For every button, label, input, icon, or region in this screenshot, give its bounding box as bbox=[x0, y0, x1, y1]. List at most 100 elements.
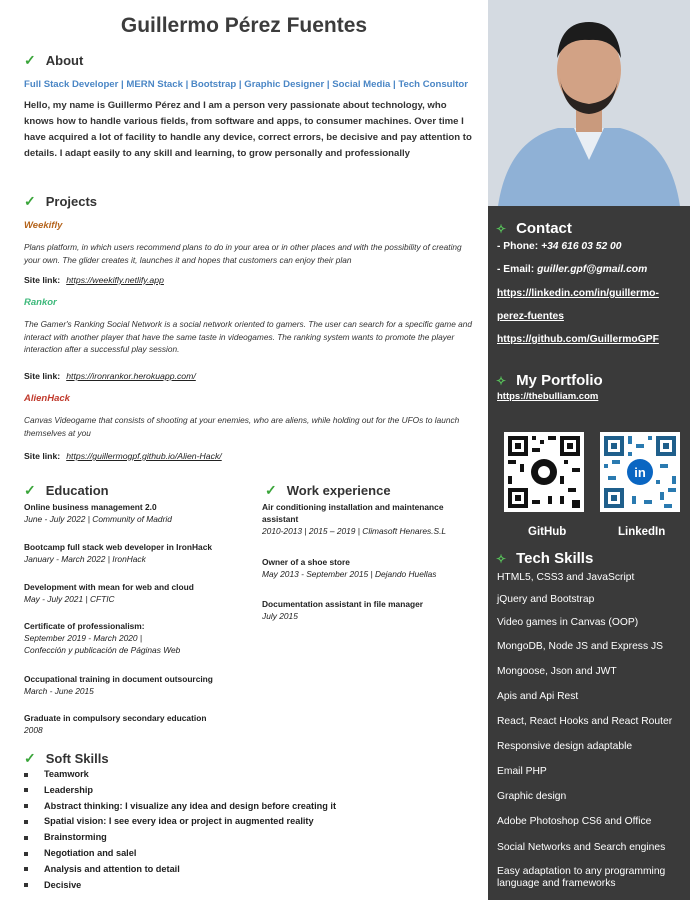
github-qr-code[interactable] bbox=[504, 432, 584, 512]
entry-title: Owner of a shoe store bbox=[262, 557, 350, 567]
phone-value: +34 616 03 52 00 bbox=[541, 241, 622, 252]
entry-subtitle: May - July 2021 | CFTIC bbox=[24, 594, 115, 604]
project-description: Canvas Videogame that consists of shooti… bbox=[24, 415, 460, 438]
list-item: Brainstorming bbox=[24, 830, 336, 846]
work-entry: Owner of a shoe store May 2013 - Septemb… bbox=[262, 556, 476, 580]
list-item: MongoDB, Node JS and Express JS bbox=[497, 641, 663, 652]
tagline: Full Stack Developer | MERN Stack | Boot… bbox=[24, 79, 468, 90]
list-item: Spatial vision: I see every idea or proj… bbox=[24, 814, 336, 830]
entry-title: Certificate of professionalism: bbox=[24, 621, 145, 631]
entry-subtitle: Confección y publicación de Páginas Web bbox=[24, 645, 181, 655]
project-link-row: Site link: https://ironrankor.herokuapp.c… bbox=[24, 371, 196, 381]
project-name: AlienHack bbox=[24, 393, 70, 404]
education-entry: Bootcamp full stack web developer in Iro… bbox=[24, 541, 254, 565]
list-item-text: Negotiation and salel bbox=[44, 847, 137, 858]
entry-title: Documentation assistant in file manager bbox=[262, 599, 424, 609]
profile-photo bbox=[488, 0, 690, 206]
entry-subtitle: March - June 2015 bbox=[24, 686, 94, 696]
bullet-icon bbox=[24, 804, 28, 809]
github-link[interactable]: https://github.com/GuillermoGPF bbox=[497, 334, 659, 345]
entry-title: Online business management 2.0 bbox=[24, 502, 157, 512]
list-item: Negotiation and salel bbox=[24, 846, 336, 862]
sparkle-icon: ✧ bbox=[496, 552, 507, 566]
entry-subtitle: May 2013 - September 2015 | Dejando Huel… bbox=[262, 569, 437, 579]
section-title: My Portfolio bbox=[516, 372, 603, 389]
list-item: React, React Hooks and React Router bbox=[497, 716, 673, 727]
project-link[interactable]: https://guillermogpf.github.io/Alien-Hac… bbox=[66, 451, 222, 461]
project-link[interactable]: https://weekifly.netlify.app bbox=[66, 275, 164, 285]
list-item-text: Analysis and attention to detail bbox=[44, 863, 180, 874]
main-column: Guillermo Pérez Fuentes ✓ About Full Stac… bbox=[0, 0, 488, 900]
list-item: Social Networks and Search engines bbox=[497, 842, 666, 853]
linkedin-link-cont[interactable]: perez-fuentes bbox=[497, 311, 564, 322]
entry-subtitle: September 2019 - March 2020 | bbox=[24, 633, 143, 643]
check-icon: ✓ bbox=[24, 750, 36, 766]
entry-title: Graduate in compulsory secondary educati… bbox=[24, 713, 207, 723]
entry-title: Occupational training in document outsou… bbox=[24, 674, 213, 684]
section-work-heading: ✓ Work experience bbox=[265, 482, 391, 499]
section-projects-heading: ✓ Projects bbox=[24, 193, 97, 210]
section-title: About bbox=[45, 53, 84, 68]
project-name: Rankor bbox=[24, 297, 57, 308]
list-item: Decisive bbox=[24, 878, 336, 894]
email-value[interactable]: guiller.gpf@gmail.com bbox=[537, 264, 647, 275]
education-entry: Graduate in compulsory secondary educati… bbox=[24, 712, 254, 736]
work-entry: Air conditioning installation and mainte… bbox=[262, 501, 476, 537]
project-link[interactable]: https://ironrankor.herokuapp.com/ bbox=[66, 371, 196, 381]
tech-skills-heading: ✧ Tech Skills bbox=[496, 550, 593, 567]
list-item-text: Abstract thinking: I visualize any idea … bbox=[44, 800, 337, 811]
list-item-text: Teamwork bbox=[44, 769, 89, 779]
section-about-heading: ✓ About bbox=[24, 52, 83, 69]
list-item: Abstract thinking: I visualize any idea … bbox=[24, 799, 336, 815]
education-entry: Certificate of professionalism: Septembe… bbox=[24, 620, 254, 656]
section-title: Contact bbox=[516, 220, 572, 237]
work-entry: Documentation assistant in file manager … bbox=[262, 598, 476, 622]
link-label: Site link: bbox=[24, 371, 61, 381]
entry-subtitle: 2010-2013 | 2015 – 2019 | Climasoft Hena… bbox=[262, 526, 447, 536]
list-item: Responsive design adaptable bbox=[497, 741, 633, 752]
bullet-icon bbox=[24, 851, 28, 856]
list-item-text: Decisive bbox=[44, 879, 82, 890]
soft-skills-list: Teamwork Leadership Abstract thinking: I… bbox=[24, 767, 336, 893]
github-qr-caption: GitHub bbox=[528, 526, 567, 538]
check-icon: ✓ bbox=[24, 193, 36, 209]
project-description: The Gamer's Ranking Social Network is a … bbox=[24, 319, 472, 354]
section-title: Tech Skills bbox=[516, 550, 594, 567]
entry-subtitle: 2008 bbox=[24, 725, 43, 735]
list-item: HTML5, CSS3 and JavaScript bbox=[497, 572, 635, 583]
bullet-icon bbox=[24, 867, 28, 872]
list-item-text: Brainstorming bbox=[44, 832, 107, 843]
project-name: Weekifly bbox=[24, 220, 63, 231]
entry-subtitle: July 2015 bbox=[262, 611, 298, 621]
bullet-icon bbox=[24, 819, 28, 824]
linkedin-qr-code[interactable]: in bbox=[600, 432, 680, 512]
list-item: Analysis and attention to detail bbox=[24, 862, 336, 878]
section-education-heading: ✓ Education bbox=[24, 482, 109, 499]
page-title: Guillermo Pérez Fuentes bbox=[120, 14, 368, 37]
list-item: Apis and Api Rest bbox=[497, 691, 579, 702]
check-icon: ✓ bbox=[24, 52, 36, 68]
education-entry: Occupational training in document outsou… bbox=[24, 673, 254, 697]
svg-text:in: in bbox=[634, 465, 646, 480]
linkedin-link[interactable]: https://linkedin.com/in/guillermo- bbox=[497, 288, 659, 299]
entry-title: Air conditioning installation and mainte… bbox=[262, 502, 444, 524]
list-item: Email PHP bbox=[497, 766, 547, 777]
check-icon: ✓ bbox=[24, 482, 36, 498]
education-entry: Online business management 2.0 June - Ju… bbox=[24, 501, 254, 525]
email-label: - Email: bbox=[497, 264, 535, 275]
list-item: Video games in Canvas (OOP) bbox=[497, 617, 639, 628]
contact-phone: - Phone: +34 616 03 52 00 bbox=[497, 241, 622, 252]
contact-email: - Email: guiller.gpf@gmail.com bbox=[497, 264, 647, 275]
section-soft-skills-heading: ✓ Soft Skills bbox=[24, 750, 109, 767]
project-link-row: Site link: https://guillermogpf.github.io… bbox=[24, 451, 222, 461]
sidebar: ✧ Contact - Phone: +34 616 03 52 00 - Ema… bbox=[488, 0, 690, 900]
list-item: Mongoose, Json and JWT bbox=[497, 666, 617, 677]
list-item: jQuery and Bootstrap bbox=[497, 594, 595, 605]
list-item: Graphic design bbox=[497, 791, 567, 802]
project-link-row: Site link: https://weekifly.netlify.app bbox=[24, 275, 164, 285]
project-description: Plans platform, in which users recommend… bbox=[24, 242, 462, 265]
portfolio-link[interactable]: https://thebulliam.com bbox=[497, 391, 598, 402]
entry-title: Bootcamp full stack web developer in Iro… bbox=[24, 542, 213, 552]
entry-subtitle: January - March 2022 | IronHack bbox=[24, 554, 146, 564]
intro-text: Hello, my name is Guillermo Pérez and I … bbox=[24, 100, 472, 159]
